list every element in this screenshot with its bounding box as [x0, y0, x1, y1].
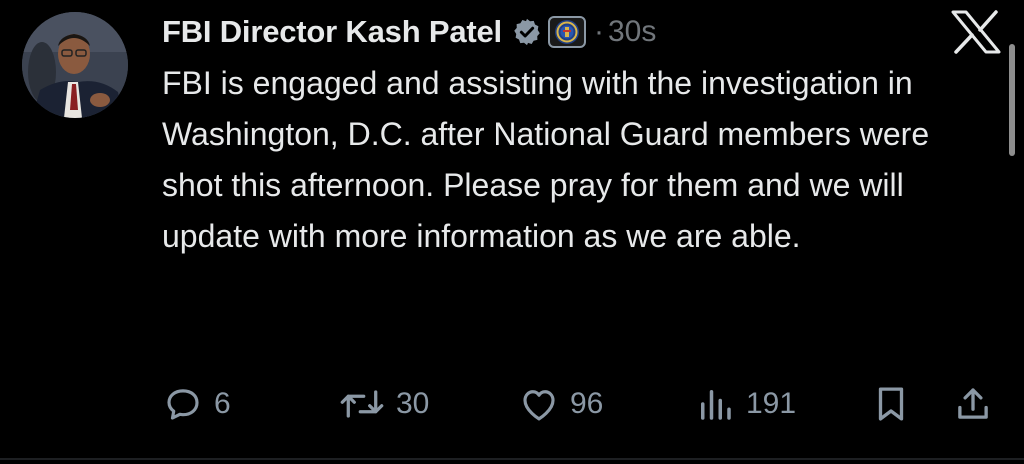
- tweet-header: FBI Director Kash Patel · 30s: [162, 8, 656, 56]
- like-icon: [523, 390, 555, 421]
- display-name[interactable]: FBI Director Kash Patel: [162, 14, 502, 50]
- divider: [0, 458, 1024, 460]
- separator-dot: ·: [593, 15, 604, 48]
- repost-button[interactable]: 30: [338, 380, 429, 428]
- fbi-seal-icon[interactable]: [547, 16, 586, 48]
- like-button[interactable]: 96: [518, 380, 603, 428]
- tweet-actions: 6 30 96 191: [162, 380, 1002, 428]
- like-count: 96: [570, 387, 604, 420]
- x-logo-icon[interactable]: [950, 9, 1002, 55]
- views-button[interactable]: 191: [694, 380, 796, 428]
- bookmark-button[interactable]: [870, 380, 912, 428]
- views-count: 191: [746, 387, 797, 420]
- avatar-image: [22, 12, 128, 118]
- share-button[interactable]: [952, 380, 994, 428]
- tweet[interactable]: FBI Director Kash Patel · 30s FBI is eng…: [0, 0, 1024, 464]
- scrollbar[interactable]: [1009, 44, 1015, 156]
- bookmark-icon: [878, 387, 904, 421]
- repost-count: 30: [396, 387, 430, 420]
- repost-icon: [340, 390, 384, 418]
- reply-button[interactable]: 6: [162, 380, 231, 428]
- avatar[interactable]: [22, 12, 128, 118]
- views-icon: [701, 390, 731, 420]
- share-icon: [958, 388, 988, 419]
- timestamp[interactable]: 30s: [608, 15, 656, 49]
- verified-icon: [512, 17, 542, 47]
- reply-icon: [167, 389, 199, 420]
- tweet-text: FBI is engaged and assisting with the in…: [162, 65, 930, 254]
- reply-count: 6: [214, 387, 231, 420]
